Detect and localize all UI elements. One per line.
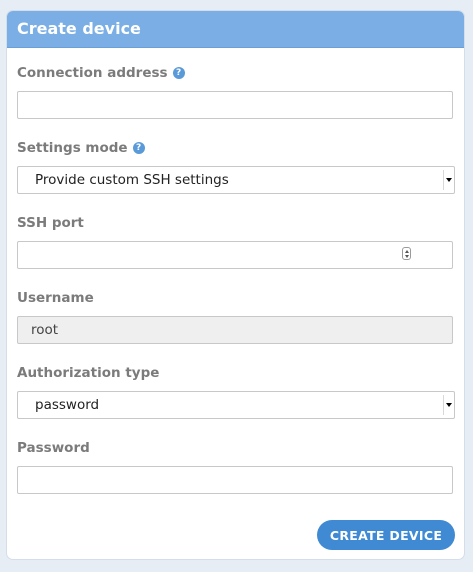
chevron-down-icon	[443, 395, 453, 415]
ssh-port-label: SSH port	[17, 215, 84, 231]
create-device-panel: Create device Connection address ? Setti…	[7, 11, 464, 559]
password-label-text: Password	[17, 440, 90, 456]
authorization-type-label: Authorization type	[17, 365, 159, 381]
username-label: Username	[17, 290, 94, 306]
connection-address-label-text: Connection address	[17, 65, 168, 81]
connection-address-input[interactable]	[17, 91, 453, 119]
help-icon[interactable]: ?	[132, 142, 145, 154]
ssh-port-input[interactable]	[17, 241, 453, 269]
password-input[interactable]	[17, 466, 453, 494]
username-label-text: Username	[17, 290, 94, 306]
chevron-down-icon	[443, 170, 453, 190]
panel-title: Create device	[7, 11, 464, 48]
authorization-type-label-text: Authorization type	[17, 365, 160, 381]
authorization-type-select[interactable]: password	[17, 391, 455, 419]
username-input	[17, 316, 453, 344]
number-stepper-icon[interactable]	[402, 247, 411, 260]
ssh-port-field	[17, 241, 453, 269]
settings-mode-label: Settings mode ?	[17, 140, 145, 156]
settings-mode-label-text: Settings mode	[17, 140, 128, 156]
ssh-port-label-text: SSH port	[17, 215, 84, 231]
settings-mode-selected-value: Provide custom SSH settings	[35, 172, 229, 188]
settings-mode-select[interactable]: Provide custom SSH settings	[17, 166, 455, 194]
create-device-button[interactable]: CREATE DEVICE	[317, 520, 455, 550]
authorization-type-selected-value: password	[35, 397, 100, 413]
connection-address-label: Connection address ?	[17, 65, 185, 81]
help-icon[interactable]: ?	[172, 67, 185, 79]
password-label: Password	[17, 440, 90, 456]
